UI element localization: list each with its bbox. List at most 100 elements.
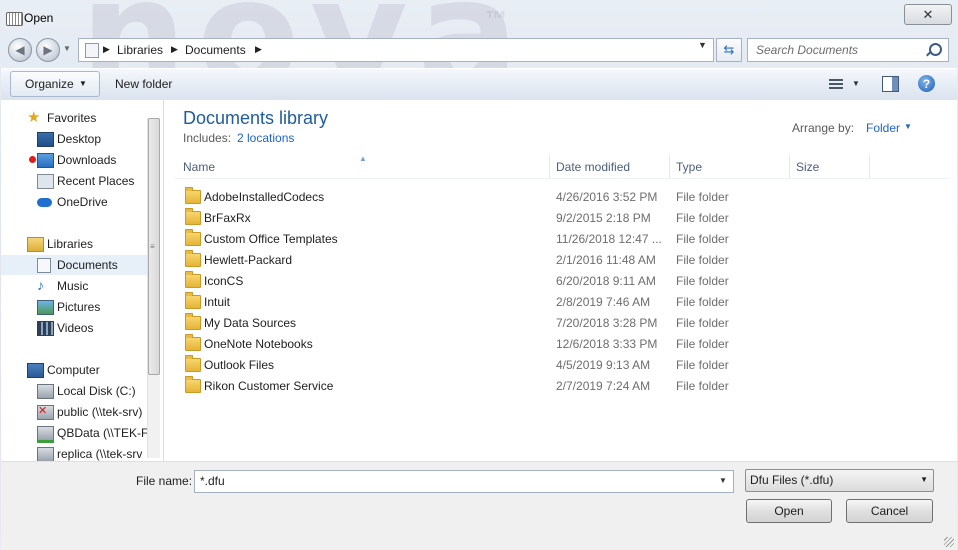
file-row[interactable]: IconCS 6/20/2018 9:11 AM File folder [175, 270, 950, 291]
file-date: 2/1/2016 11:48 AM [556, 253, 656, 267]
back-button[interactable]: ◀ [8, 38, 32, 62]
address-bar[interactable]: ▶ Libraries ▶ Documents ▶ [78, 38, 714, 62]
file-name: IconCS [204, 274, 244, 288]
breadcrumb-documents[interactable]: Documents [185, 43, 246, 57]
view-options-dropdown-icon[interactable]: ▼ [852, 79, 860, 88]
folder-icon [185, 250, 201, 267]
file-name-input[interactable]: *.dfu [194, 470, 734, 493]
column-divider[interactable] [789, 155, 790, 178]
sidebar-item-favorites[interactable]: ★ Favorites [1, 108, 147, 128]
chevron-down-icon: ▼ [79, 79, 87, 88]
file-name: AdobeInstalledCodecs [204, 190, 325, 204]
breadcrumb-libraries[interactable]: Libraries [117, 43, 163, 57]
file-row[interactable]: Custom Office Templates 11/26/2018 12:47 … [175, 228, 950, 249]
column-divider[interactable] [869, 155, 870, 178]
close-button[interactable]: ✕ [904, 4, 952, 25]
file-name: Custom Office Templates [204, 232, 338, 246]
folder-icon [185, 271, 201, 288]
navigation-pane: ★ Favorites Desktop Downloads Recent Pla… [1, 100, 164, 461]
folder-icon [185, 334, 201, 351]
sidebar-item-music[interactable]: ♪ Music [1, 276, 147, 296]
column-divider[interactable] [549, 155, 550, 178]
file-type: File folder [676, 274, 729, 288]
scroll-grip-icon: ≡ [150, 242, 155, 251]
change-view-icon[interactable] [829, 79, 843, 89]
help-icon[interactable]: ? [918, 75, 935, 92]
forward-button[interactable]: ▶ [36, 38, 60, 62]
network-drive-icon [37, 426, 54, 443]
sidebar-item-documents[interactable]: Documents [1, 255, 147, 275]
network-drive-icon [37, 447, 54, 461]
new-folder-button[interactable]: New folder [115, 77, 172, 91]
close-icon: ✕ [922, 6, 934, 22]
disconnected-x-icon: ✕ [38, 405, 48, 417]
sidebar-item-recent-places[interactable]: Recent Places [1, 171, 147, 191]
folder-icon [185, 355, 201, 372]
search-input[interactable]: Search Documents [747, 38, 949, 62]
arrange-by-dropdown[interactable]: Folder [866, 121, 900, 135]
file-name-label: File name: [136, 474, 193, 488]
file-type: File folder [676, 190, 729, 204]
file-row[interactable]: Hewlett-Packard 2/1/2016 11:48 AM File fol… [175, 249, 950, 270]
sidebar-item-libraries[interactable]: Libraries [1, 234, 147, 254]
file-date: 6/20/2018 9:11 AM [556, 274, 656, 288]
arrange-by-label: Arrange by: [792, 121, 855, 135]
chevron-down-icon: ▼ [920, 475, 928, 484]
organize-button[interactable]: Organize ▼ [10, 71, 100, 97]
sidebar-item-onedrive[interactable]: OneDrive [1, 192, 147, 212]
column-header-type[interactable]: Type [676, 160, 702, 174]
file-date: 2/8/2019 7:46 AM [556, 295, 651, 309]
file-row[interactable]: Rikon Customer Service 2/7/2019 7:24 AM Fi… [175, 375, 950, 396]
column-header-name[interactable]: Name [183, 160, 215, 174]
file-name: Rikon Customer Service [204, 379, 334, 393]
sidebar-item-downloads[interactable]: Downloads [1, 150, 147, 170]
sidebar-item-computer[interactable]: Computer [1, 360, 147, 380]
sidebar-item-public-drive[interactable]: ✕ public (\\tek-srv) [1, 402, 147, 422]
background-watermark-tm: ™ [485, 6, 507, 31]
file-type-select[interactable]: Dfu Files (*.dfu) ▼ [745, 469, 934, 492]
sidebar-item-qbdata-drive[interactable]: QBData (\\TEK-F [1, 423, 148, 443]
downloads-icon [37, 153, 54, 168]
file-name: Intuit [204, 295, 231, 309]
breadcrumb-separator-icon: ▶ [171, 44, 178, 54]
address-history-dropdown-icon[interactable]: ▼ [698, 40, 707, 50]
sidebar-item-pictures[interactable]: Pictures [1, 297, 147, 317]
file-name-dropdown-icon[interactable]: ▼ [719, 476, 727, 485]
cancel-button[interactable]: Cancel [846, 499, 933, 523]
chevron-down-icon[interactable]: ▼ [904, 122, 912, 131]
sidebar-item-desktop[interactable]: Desktop [1, 129, 147, 149]
file-row[interactable]: BrFaxRx 9/2/2015 2:18 PM File folder [175, 207, 950, 228]
folder-icon [185, 376, 201, 393]
file-date: 11/26/2018 12:47 ... [556, 232, 662, 246]
file-date: 12/6/2018 3:33 PM [556, 337, 658, 351]
recent-locations-dropdown-icon[interactable]: ▼ [63, 44, 71, 53]
includes-label: Includes: [183, 131, 232, 145]
resize-grip-icon[interactable] [944, 537, 954, 547]
search-icon[interactable] [929, 43, 942, 56]
sidebar-item-local-disk[interactable]: Local Disk (C:) [1, 381, 147, 401]
address-folder-icon [85, 43, 99, 58]
window-title: Open [24, 11, 54, 25]
file-row[interactable]: My Data Sources 7/20/2018 3:28 PM File fol… [175, 312, 950, 333]
computer-icon [27, 363, 44, 378]
preview-pane-icon[interactable] [882, 76, 899, 92]
breadcrumb-separator-icon: ▶ [255, 44, 262, 54]
column-divider[interactable] [669, 155, 670, 178]
column-header-size[interactable]: Size [796, 160, 819, 174]
app-icon [6, 12, 23, 26]
header-divider [175, 178, 950, 179]
column-header-date[interactable]: Date modified [556, 160, 630, 174]
sidebar-item-replica-drive[interactable]: replica (\\tek-srv [1, 444, 147, 461]
star-icon: ★ [27, 109, 41, 126]
folder-icon [185, 229, 201, 246]
file-name: Hewlett-Packard [204, 253, 293, 267]
open-button[interactable]: Open [746, 499, 832, 523]
locations-link[interactable]: 2 locations [237, 131, 294, 145]
file-row[interactable]: AdobeInstalledCodecs 4/26/2016 3:52 PM Fil… [175, 186, 950, 207]
file-row[interactable]: Intuit 2/8/2019 7:46 AM File folder [175, 291, 950, 312]
refresh-button[interactable]: ⇆ [716, 38, 742, 62]
sidebar-item-videos[interactable]: Videos [1, 318, 147, 338]
file-type: File folder [676, 232, 729, 246]
file-row[interactable]: Outlook Files 4/5/2019 9:13 AM File folder [175, 354, 950, 375]
file-row[interactable]: OneNote Notebooks 12/6/2018 3:33 PM File f… [175, 333, 950, 354]
